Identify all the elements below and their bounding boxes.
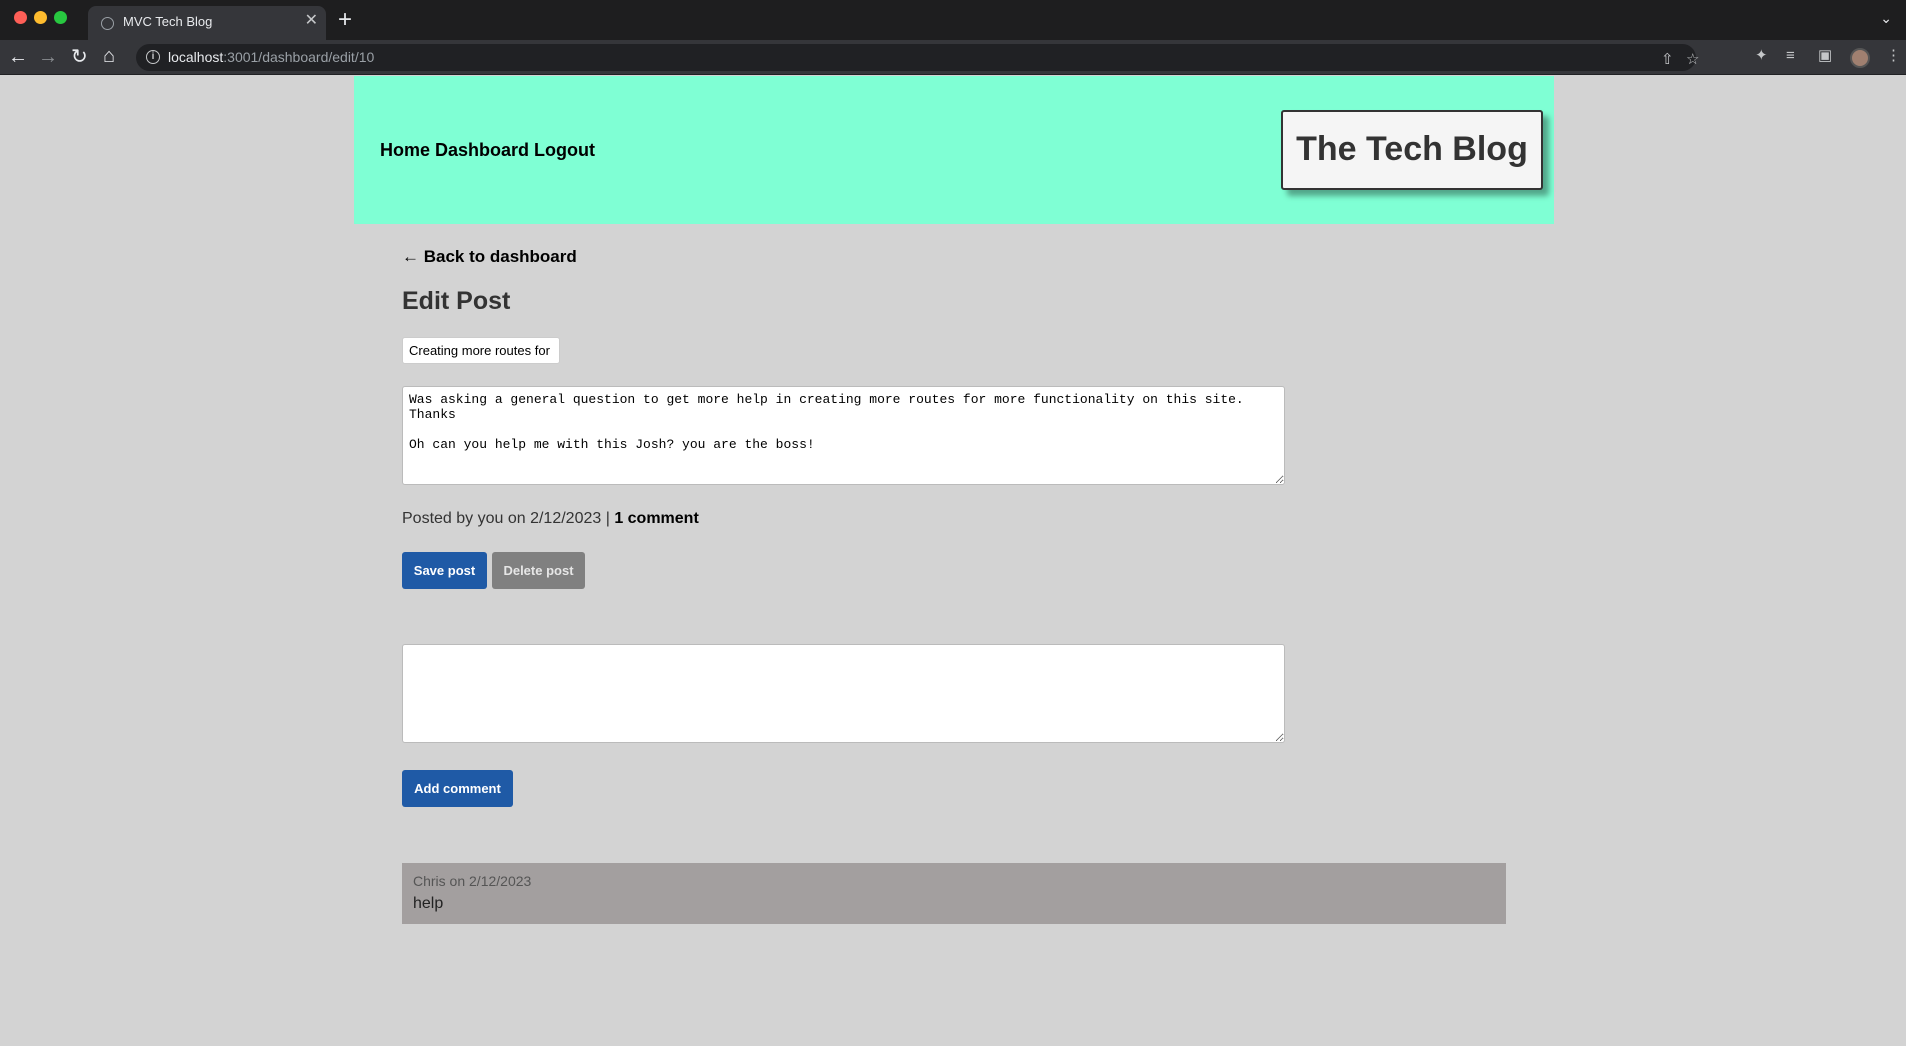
comment-item: Chris on 2/12/2023 help xyxy=(402,863,1506,924)
page: Home Dashboard Logout The Tech Blog ← Back… xyxy=(0,76,1906,1046)
close-window-icon[interactable] xyxy=(14,11,27,24)
comment-textarea[interactable] xyxy=(402,644,1285,743)
comment-count: 1 comment xyxy=(614,510,699,527)
browser-tab[interactable]: MVC Tech Blog ✕ xyxy=(88,6,326,40)
side-panel-icon[interactable]: ▣ xyxy=(1818,47,1832,65)
post-title-input[interactable] xyxy=(402,337,560,364)
site-header: Home Dashboard Logout The Tech Blog xyxy=(354,76,1554,224)
post-meta-text: Posted by you on 2/12/2023 | xyxy=(402,510,615,527)
nav-dashboard-link[interactable]: Dashboard xyxy=(435,140,529,160)
site-nav: Home Dashboard Logout xyxy=(380,140,600,161)
nav-home-link[interactable]: Home xyxy=(380,140,430,160)
maximize-window-icon[interactable] xyxy=(54,11,67,24)
minimize-window-icon[interactable] xyxy=(34,11,47,24)
share-icon[interactable]: ⇧ xyxy=(1661,51,1674,69)
home-icon[interactable]: ⌂ xyxy=(103,45,115,67)
url-text: localhost:3001/dashboard/edit/10 xyxy=(168,49,375,65)
browser-tab-bar: MVC Tech Blog ✕ + ⌄ xyxy=(0,0,1906,40)
site-brand-title: The Tech Blog xyxy=(1281,110,1543,190)
back-to-dashboard-link[interactable]: ← Back to dashboard xyxy=(402,247,577,267)
post-meta: Posted by you on 2/12/2023 | 1 comment xyxy=(402,510,699,528)
reading-list-icon[interactable]: ≡ xyxy=(1786,47,1795,65)
site-info-icon[interactable]: i xyxy=(146,50,160,64)
nav-logout-link[interactable]: Logout xyxy=(534,140,595,160)
profile-avatar-icon[interactable] xyxy=(1850,48,1870,68)
save-post-button[interactable]: Save post xyxy=(402,552,487,589)
reload-icon[interactable]: ↻ xyxy=(71,46,88,68)
globe-icon xyxy=(101,17,114,30)
post-body-textarea[interactable]: Was asking a general question to get mor… xyxy=(402,386,1285,485)
add-comment-button[interactable]: Add comment xyxy=(402,770,513,807)
comment-text: help xyxy=(413,895,444,912)
tab-close-icon[interactable]: ✕ xyxy=(305,12,318,30)
page-title: Edit Post xyxy=(402,287,511,315)
bookmark-star-icon[interactable]: ☆ xyxy=(1686,51,1699,69)
extensions-puzzle-icon[interactable]: ✦ xyxy=(1755,47,1768,65)
new-tab-icon[interactable]: + xyxy=(338,7,352,33)
delete-post-button[interactable]: Delete post xyxy=(492,552,585,589)
address-bar[interactable]: i localhost:3001/dashboard/edit/10 ⇧ ☆ xyxy=(136,44,1699,71)
browser-menu-icon[interactable]: ⋮ xyxy=(1886,47,1901,65)
browser-toolbar: ← → ↻ ⌂ i localhost:3001/dashboard/edit/… xyxy=(0,40,1906,75)
forward-arrow-icon[interactable]: → xyxy=(38,46,58,68)
comment-meta: Chris on 2/12/2023 xyxy=(413,873,532,889)
tab-search-icon[interactable]: ⌄ xyxy=(1880,10,1892,27)
tab-title: MVC Tech Blog xyxy=(123,14,213,29)
back-arrow-icon[interactable]: ← xyxy=(8,46,28,68)
